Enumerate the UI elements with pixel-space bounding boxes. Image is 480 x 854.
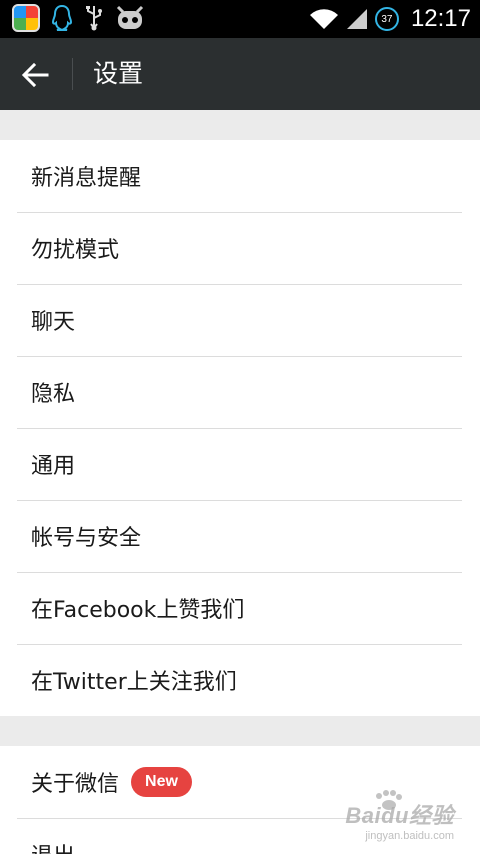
qq-penguin-icon: [51, 4, 73, 31]
settings-item-account-security[interactable]: 帐号与安全: [0, 500, 480, 572]
settings-item-label: 新消息提醒: [31, 166, 142, 191]
settings-item-new-message-alerts[interactable]: 新消息提醒: [0, 140, 480, 212]
settings-group-about: 关于微信 New 退出: [0, 746, 480, 854]
new-badge: New: [131, 767, 192, 797]
settings-item-label: 帐号与安全: [31, 526, 142, 551]
settings-item-twitter-follow[interactable]: 在Twitter上关注我们: [0, 644, 480, 716]
usb-icon: [86, 6, 102, 31]
settings-item-label: 聊天: [31, 310, 76, 335]
app-store-icon: [12, 4, 40, 32]
settings-screen: 37 12:17 设置 新消息提醒 勿扰模式 聊天 隐私 通用 帐号与安全 在F…: [0, 0, 480, 854]
settings-group-main: 新消息提醒 勿扰模式 聊天 隐私 通用 帐号与安全 在Facebook上赞我们 …: [0, 140, 480, 716]
back-arrow-icon: [21, 62, 49, 88]
system-icons: 37 12:17: [309, 0, 471, 38]
settings-item-label: 在Facebook上赞我们: [31, 598, 245, 623]
toolbar: 设置: [0, 38, 480, 110]
clock: 12:17: [410, 5, 471, 32]
settings-item-about-wechat[interactable]: 关于微信 New: [0, 746, 480, 818]
settings-item-facebook-like[interactable]: 在Facebook上赞我们: [0, 572, 480, 644]
status-bar: 37 12:17: [0, 0, 480, 38]
settings-item-label: 隐私: [31, 382, 76, 407]
settings-item-label: 通用: [31, 454, 76, 479]
android-debug-icon: [116, 5, 144, 29]
battery-level: 37: [381, 13, 393, 25]
settings-item-logout[interactable]: 退出: [0, 818, 480, 854]
settings-item-general[interactable]: 通用: [0, 428, 480, 500]
settings-item-label: 勿扰模式: [31, 238, 120, 263]
signal-icon: [346, 9, 367, 29]
back-button[interactable]: [14, 54, 56, 96]
page-title: 设置: [93, 59, 144, 88]
settings-item-label: 关于微信: [31, 772, 120, 797]
settings-item-do-not-disturb[interactable]: 勿扰模式: [0, 212, 480, 284]
settings-item-label: 退出: [31, 838, 75, 854]
settings-item-privacy[interactable]: 隐私: [0, 356, 480, 428]
settings-item-chat[interactable]: 聊天: [0, 284, 480, 356]
notification-icons: [12, 4, 145, 32]
settings-item-label: 在Twitter上关注我们: [31, 670, 237, 695]
wifi-icon: [309, 9, 338, 29]
toolbar-divider: [72, 58, 73, 90]
battery-icon: 37: [374, 7, 399, 31]
